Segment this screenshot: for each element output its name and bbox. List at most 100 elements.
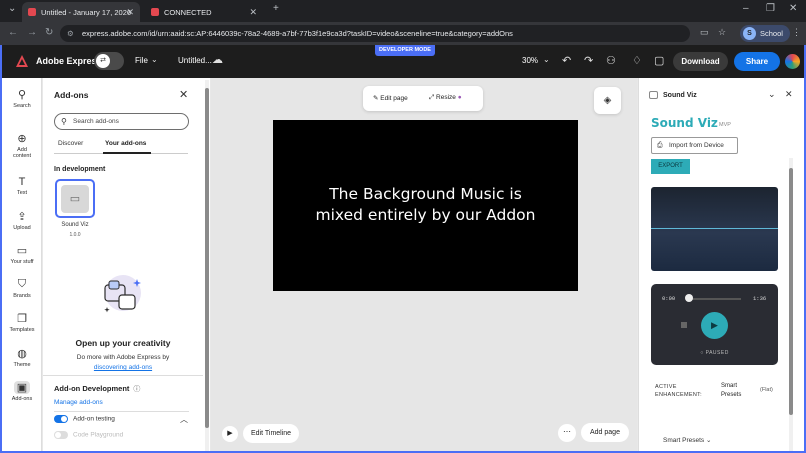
scrollbar-thumb[interactable] (789, 168, 793, 415)
reload-icon[interactable]: ↻ (45, 27, 53, 38)
info-icon[interactable]: ⓘ (133, 386, 140, 393)
edit-page-label: Edit page (380, 95, 408, 102)
file-menu[interactable]: File (135, 56, 148, 65)
stop-icon[interactable] (681, 322, 687, 328)
export-button[interactable]: EXPORT (651, 159, 690, 174)
play-timeline-button[interactable]: ▶ (222, 426, 238, 442)
notifications-icon[interactable]: ♢ (632, 54, 642, 67)
rail-item-templates[interactable]: ❐ Templates (2, 312, 42, 333)
plugin-scrollbar[interactable] (789, 158, 793, 451)
zoom-chevron-icon[interactable]: ⌄ (543, 55, 550, 64)
smart-presets-dropdown[interactable]: Smart Presets ⌄ (663, 436, 711, 444)
code-playground-toggle[interactable]: Code Playground (54, 431, 123, 439)
bookmark-star-icon[interactable]: ☆ (718, 27, 726, 38)
collaborate-icon[interactable]: ⚇ (606, 54, 616, 67)
rail-label: Upload (13, 225, 31, 231)
redo-icon[interactable]: ↷ (584, 54, 593, 67)
search-icon: ⚲ (17, 89, 27, 101)
zoom-level[interactable]: 30% (522, 56, 538, 65)
rail-label: Your stuff (10, 259, 34, 265)
layers-button[interactable]: ◈ (594, 87, 621, 114)
chevron-down-icon[interactable]: ⌄ (151, 55, 158, 64)
templates-icon: ❐ (17, 313, 27, 325)
document-title[interactable]: Untitled... (178, 56, 212, 65)
dev-section-title: Add-on Development ⓘ (54, 384, 140, 394)
rail-item-your-stuff[interactable]: ▭ Your stuff (2, 244, 42, 265)
comments-icon[interactable]: ▢ (654, 54, 664, 67)
undo-icon[interactable]: ↶ (562, 54, 571, 67)
search-addons-input[interactable]: ⚲ Search add-ons (54, 113, 189, 130)
plugin-header-title: Sound Viz (663, 91, 697, 99)
back-icon[interactable]: ← (8, 27, 18, 38)
addon-testing-toggle[interactable]: Add-on testing (54, 415, 115, 423)
profile-button[interactable]: S School (740, 25, 790, 42)
user-avatar[interactable] (785, 54, 800, 69)
developer-mode-badge: DEVELOPER MODE (375, 45, 435, 56)
browser-tab-express[interactable]: Untitled - January 17, 2026 at 0 ✕ (22, 2, 140, 22)
close-tab-icon[interactable]: ✕ (126, 7, 134, 18)
close-tab-icon[interactable]: ✕ (249, 7, 257, 18)
artboard[interactable]: The Background Music is mixed entirely b… (273, 120, 578, 291)
collapse-chevron-icon[interactable]: ⌄ (768, 89, 776, 100)
rail-label: Add-ons (11, 396, 33, 402)
resize-button[interactable]: ⤢ Resize ● (429, 94, 462, 102)
rail-item-search[interactable]: ⚲ Search (2, 88, 42, 109)
forward-icon[interactable]: → (27, 27, 37, 38)
chevron-up-icon[interactable]: ︿ (180, 414, 188, 425)
browser-tab-connected[interactable]: CONNECTED ✕ (145, 2, 263, 22)
mode-toggle-icon: ⇄ (96, 54, 110, 68)
plugin-header: Sound Viz (649, 91, 697, 99)
rail-item-theme[interactable]: ◍ Theme (2, 347, 42, 368)
mode-toggle[interactable]: ⇄ (94, 52, 124, 70)
tab-discover[interactable]: Discover (58, 140, 83, 147)
import-from-device-button[interactable]: ⎙ Import from Device (651, 137, 738, 154)
browser-tab-strip: ⌄ Untitled - January 17, 2026 at 0 ✕ CON… (0, 0, 806, 22)
tab-search-icon[interactable]: ⌄ (8, 3, 16, 14)
minimize-icon[interactable]: – (743, 3, 749, 14)
waveform-visualizer (651, 187, 778, 271)
promo-title: Open up your creativity (75, 338, 171, 348)
rail-item-addons[interactable]: ▣ Add-ons (2, 381, 42, 402)
window-close-icon[interactable]: ✕ (789, 3, 797, 14)
cast-icon[interactable]: ▭ (700, 27, 709, 38)
tab-your-addons[interactable]: Your add-ons (105, 140, 146, 147)
seek-track[interactable] (689, 298, 741, 300)
download-button[interactable]: Download (673, 52, 728, 71)
edit-page-button[interactable]: ✎ Edit page (373, 94, 408, 102)
adobe-express-logo-icon[interactable] (15, 54, 29, 68)
rail-item-add-content[interactable]: ⊕ Add content (2, 132, 42, 159)
seek-handle[interactable] (685, 294, 693, 302)
rail-item-brands[interactable]: ⛉ Brands (2, 278, 42, 299)
close-plugin-icon[interactable]: ✕ (785, 89, 793, 100)
play-button[interactable]: ▶ (701, 312, 728, 339)
browser-menu-icon[interactable]: ⋮ (792, 27, 801, 38)
discover-addons-link[interactable]: discovering add-ons (43, 364, 203, 371)
addon-name: Sound Viz (61, 222, 89, 228)
toggle-switch[interactable] (54, 415, 68, 423)
rail-item-text[interactable]: T Text (2, 176, 42, 196)
add-page-button[interactable]: Add page (581, 423, 629, 442)
new-tab-icon[interactable]: + (273, 3, 279, 14)
url-field[interactable]: ⚙ express.adobe.com/id/urn:aaid:sc:AP:64… (60, 25, 690, 42)
presets-label: Smart Presets (663, 437, 705, 444)
share-button[interactable]: Share (734, 52, 780, 71)
manage-addons-link[interactable]: Manage add-ons (54, 399, 103, 406)
profile-label: School (760, 29, 783, 38)
addon-card-sound-viz[interactable]: ▭ (55, 179, 95, 218)
plugin-title: Sound Viz (651, 116, 718, 130)
page-toolbar: ✎ Edit page ⤢ Resize ● (363, 86, 483, 111)
more-options-button[interactable]: ⋯ (558, 424, 576, 442)
search-icon: ⚲ (61, 117, 67, 126)
panel-scrollbar[interactable] (205, 80, 209, 451)
scrollbar-thumb[interactable] (205, 88, 209, 428)
site-info-icon[interactable]: ⚙ (67, 25, 74, 42)
rail-item-upload[interactable]: ⇪ Upload (2, 210, 42, 231)
edit-timeline-button[interactable]: Edit Timeline (243, 424, 300, 443)
divider (43, 375, 203, 376)
addon-plugin-panel: Sound Viz ⌄ ✕ Sound Viz MVP ⎙ Import from… (638, 78, 804, 451)
close-panel-icon[interactable]: ✕ (179, 88, 188, 101)
enhancement-value-line: Presets (721, 392, 742, 398)
artboard-text[interactable]: The Background Music is mixed entirely b… (273, 184, 578, 226)
toggle-switch[interactable] (54, 431, 68, 439)
restore-icon[interactable]: ❐ (766, 3, 775, 14)
